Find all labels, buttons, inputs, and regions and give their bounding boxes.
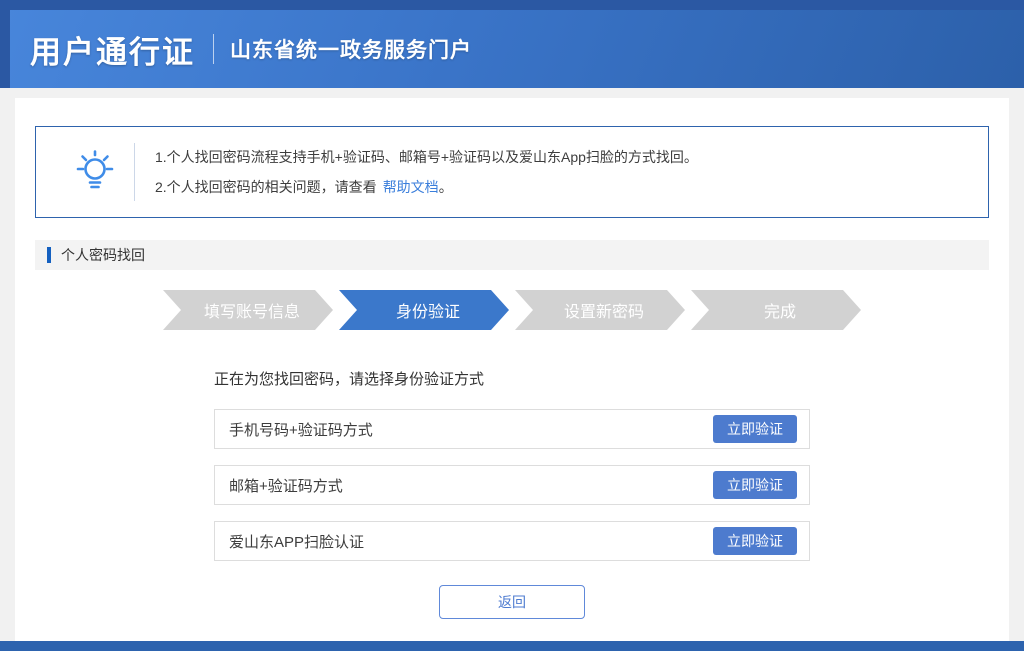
option-row-phone: 手机号码+验证码方式 立即验证 <box>214 409 810 449</box>
steps-bar: 填写账号信息 身份验证 设置新密码 完成 <box>35 290 989 330</box>
step-label: 设置新密码 <box>556 298 644 322</box>
option-label: 邮箱+验证码方式 <box>229 475 343 496</box>
option-row-email: 邮箱+验证码方式 立即验证 <box>214 465 810 505</box>
notice-line-1: 1.个人找回密码流程支持手机+验证码、邮箱号+验证码以及爱山东App扫脸的方式找… <box>155 142 698 172</box>
verification-panel: 正在为您找回密码，请选择身份验证方式 手机号码+验证码方式 立即验证 邮箱+验证… <box>214 368 810 619</box>
section-marker <box>47 247 51 263</box>
notice-divider <box>134 143 135 201</box>
step-label: 完成 <box>756 298 796 322</box>
header: 用户通行证 山东省统一政务服务门户 <box>0 0 1024 88</box>
verify-now-button-email[interactable]: 立即验证 <box>713 471 797 499</box>
help-doc-link[interactable]: 帮助文档 <box>383 179 439 195</box>
verify-now-button-phone[interactable]: 立即验证 <box>713 415 797 443</box>
portal-subtitle: 山东省统一政务服务门户 <box>230 34 472 64</box>
step-set-new-password: 设置新密码 <box>515 290 685 330</box>
option-row-face-scan: 爱山东APP扫脸认证 立即验证 <box>214 521 810 561</box>
step-complete: 完成 <box>691 290 861 330</box>
page-title: 用户通行证 <box>30 27 195 72</box>
footer-bar <box>0 641 1024 651</box>
notice-line-2-period: 。 <box>439 179 453 195</box>
step-label: 身份验证 <box>388 298 460 322</box>
back-button[interactable]: 返回 <box>439 585 585 619</box>
section-title: 个人密码找回 <box>61 245 145 265</box>
title-divider <box>213 34 214 64</box>
prompt-text: 正在为您找回密码，请选择身份验证方式 <box>214 368 810 389</box>
lightbulb-icon <box>56 149 134 195</box>
header-top-strip <box>0 0 1024 10</box>
notice-box: 1.个人找回密码流程支持手机+验证码、邮箱号+验证码以及爱山东App扫脸的方式找… <box>35 126 989 218</box>
step-identity-verification: 身份验证 <box>339 290 509 330</box>
notice-line-2-text: 2.个人找回密码的相关问题，请查看 <box>155 179 377 195</box>
section-header: 个人密码找回 <box>35 240 989 270</box>
notice-text: 1.个人找回密码流程支持手机+验证码、邮箱号+验证码以及爱山东App扫脸的方式找… <box>155 142 698 202</box>
verify-now-button-face[interactable]: 立即验证 <box>713 527 797 555</box>
option-label: 手机号码+验证码方式 <box>229 419 373 440</box>
header-inner: 用户通行证 山东省统一政务服务门户 <box>0 10 1024 88</box>
option-label: 爱山东APP扫脸认证 <box>229 531 364 552</box>
notice-line-2: 2.个人找回密码的相关问题，请查看帮助文档。 <box>155 172 698 202</box>
step-fill-account-info: 填写账号信息 <box>163 290 333 330</box>
step-label: 填写账号信息 <box>196 298 300 322</box>
content-card: 1.个人找回密码流程支持手机+验证码、邮箱号+验证码以及爱山东App扫脸的方式找… <box>15 98 1009 641</box>
